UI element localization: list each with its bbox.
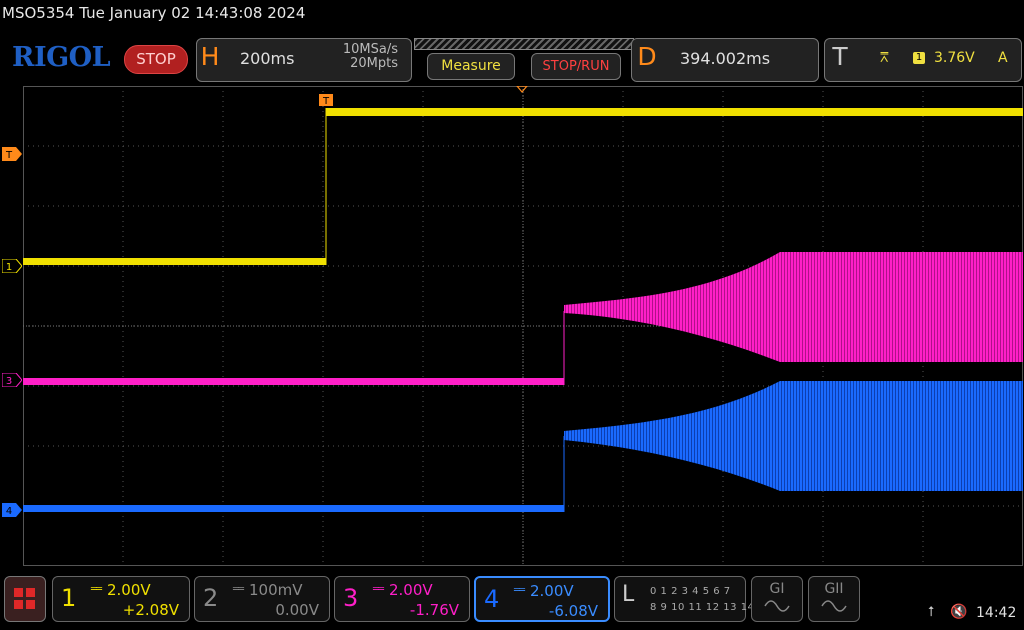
ch4-trace-flat (23, 505, 564, 512)
sine-wave-icon (764, 600, 790, 612)
channel-1-number: 1 (61, 584, 77, 612)
measure-button-label: Measure (441, 58, 501, 74)
trigger-level-value: 3.76V (934, 50, 975, 66)
channel-2-panel[interactable]: 2 ══ 100mV 0.00V (194, 576, 330, 622)
generator-1-button[interactable]: GI (751, 576, 803, 622)
generator-1-label: GI (769, 581, 785, 597)
ch4-offset-marker[interactable]: 4 (2, 502, 22, 517)
stop-run-button-label: STOP/RUN (542, 59, 610, 74)
delay-value: 394.002ms (680, 49, 771, 68)
trigger-mode-value: A (998, 50, 1008, 66)
channel-3-number: 3 (343, 584, 359, 612)
generator-2-label: GII (824, 581, 844, 597)
trigger-letter: T (832, 42, 848, 71)
svg-text:4: 4 (6, 506, 12, 517)
delay-letter: D (637, 42, 657, 71)
clock: 14:42 (976, 605, 1017, 621)
measure-button[interactable]: Measure (427, 53, 515, 80)
channel-4-number: 4 (484, 585, 500, 613)
channel-3-offset: -1.76V (409, 601, 459, 619)
channel-1-scale: 2.00V (107, 581, 151, 599)
trigger-source-badge: 1 (913, 52, 925, 64)
home-menu-button[interactable] (4, 576, 46, 622)
ch3-offset-marker[interactable]: 3 (1, 372, 23, 388)
channel-2-number: 2 (203, 584, 219, 612)
dc-coupling-icon: ══ (373, 584, 384, 595)
sine-wave-icon (821, 600, 847, 612)
channel-4-offset: -6.08V (548, 602, 598, 620)
waveform-display[interactable]: T (23, 86, 1023, 566)
svg-text:3: 3 (6, 376, 12, 387)
svg-text:1: 1 (6, 262, 12, 273)
ch3-envelope (564, 252, 1023, 362)
logic-letter: L (622, 582, 635, 607)
logic-channels-row-1: 0 1 2 3 4 5 6 7 (650, 586, 731, 597)
channel-2-offset: 0.00V (275, 601, 319, 619)
channel-3-scale: 2.00V (389, 581, 433, 599)
channel-1-panel[interactable]: 1 ══ 2.00V +2.08V (52, 576, 190, 622)
memory-depth-value: 20Mpts (350, 56, 398, 71)
channel-3-panel[interactable]: 3 ══ 2.00V -1.76V (334, 576, 470, 622)
time-scale-value: 200ms (240, 49, 295, 68)
run-status-badge[interactable]: STOP (124, 45, 188, 74)
grid-menu-icon (14, 588, 35, 609)
horizontal-letter: H (200, 42, 220, 71)
dc-coupling-icon: ══ (514, 585, 525, 596)
speaker-muted-icon[interactable]: 🔇 (950, 604, 967, 620)
window-title: MSO5354 Tue January 02 14:43:08 2024 (2, 4, 306, 22)
rising-edge-icon: ⩞ (880, 50, 889, 66)
ch1-trace-high (326, 108, 1023, 116)
trigger-level-marker[interactable]: T (2, 146, 22, 161)
dc-coupling-icon: ══ (91, 584, 102, 595)
svg-text:T: T (5, 150, 13, 161)
channel-4-panel[interactable]: 4 ══ 2.00V -6.08V (474, 576, 610, 622)
ch1-offset-marker[interactable]: 1 (1, 258, 23, 274)
generator-2-button[interactable]: GII (808, 576, 860, 622)
channel-4-scale: 2.00V (530, 582, 574, 600)
sample-rate-value: 10MSa/s (342, 42, 398, 57)
trigger-position-label: T (322, 96, 330, 107)
ch1-trace-low (23, 258, 326, 265)
channel-2-scale: 100mV (249, 581, 303, 599)
dc-coupling-icon: ══ (233, 584, 244, 595)
sample-rate-info: 10MSa/s 20Mpts (334, 43, 398, 71)
memory-position-bar[interactable] (414, 38, 634, 50)
ch4-envelope (564, 381, 1023, 491)
brand-logo: RIGOL (12, 42, 111, 73)
ch3-trace-flat (23, 378, 564, 385)
stop-run-button[interactable]: STOP/RUN (531, 53, 621, 80)
usb-icon: ⭡ (928, 604, 935, 620)
channel-1-offset: +2.08V (122, 601, 179, 619)
